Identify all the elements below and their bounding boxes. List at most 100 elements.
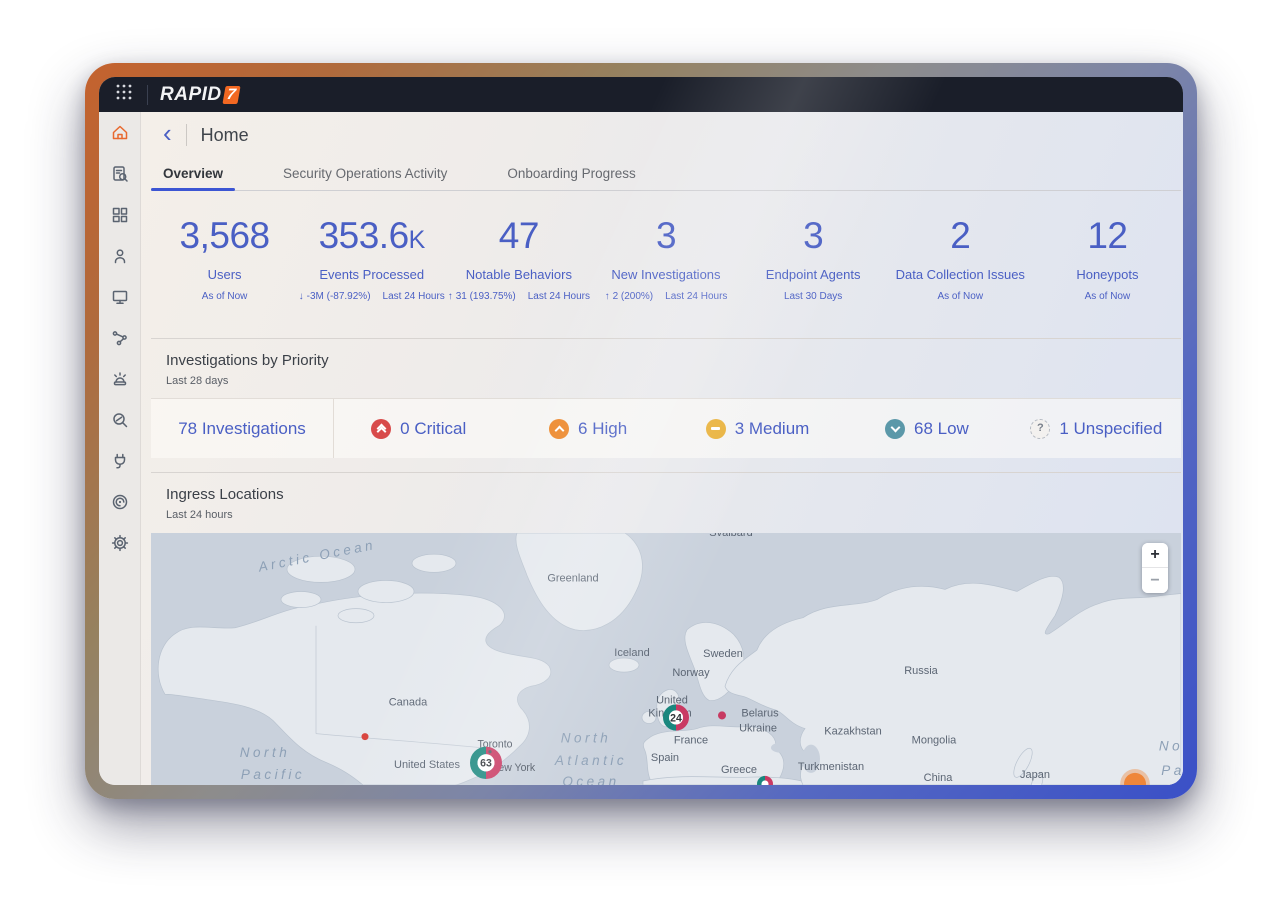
stat-events-processed[interactable]: 353.6K Events Processed ↓-3M (-87.92%)Last… <box>298 215 445 302</box>
stat-value: 47 <box>445 215 592 257</box>
trend-up-icon: ↑ <box>448 291 453 302</box>
sidebar-item-network[interactable] <box>109 329 131 351</box>
priority-item-critical[interactable]: 0 Critical <box>334 399 503 458</box>
stat-label: Events Processed <box>298 267 445 282</box>
ingress-panel-title: Ingress Locations <box>166 486 1166 503</box>
stat-period: As of Now <box>887 291 1034 302</box>
navbar-divider <box>147 85 148 105</box>
map-marker-united-kingdom[interactable]: 24 <box>666 707 686 727</box>
stat-notable-behaviors[interactable]: 47 Notable Behaviors ↑31 (193.75%)Last 24 … <box>445 215 592 302</box>
page-header: ‹ Home <box>151 112 1181 158</box>
logo-text: RAPID <box>160 84 222 106</box>
app-window-frame: RAPID 7 <box>85 63 1197 799</box>
medium-severity-icon <box>706 419 726 439</box>
stat-period: Last 30 Days <box>740 291 887 302</box>
ingress-map[interactable]: Arctic OceanNorthPacificNorthAtlanticOce… <box>151 533 1181 785</box>
stat-new-investigations[interactable]: 3New Investigations↑2 (200%)Last 24 Hour… <box>592 215 739 302</box>
trend-down-icon: ↓ <box>299 291 304 302</box>
unspecified-severity-icon: ? <box>1030 419 1050 439</box>
stat-label: Users <box>151 267 298 282</box>
stat-endpoint-agents[interactable]: 3 Endpoint Agents Last 30 Days <box>740 215 887 302</box>
ingress-panel-subtitle: Last 24 hours <box>166 509 1166 521</box>
desktop-background: RAPID 7 <box>0 0 1280 907</box>
stat-label: Honeypots <box>1034 267 1181 282</box>
stat-label: Endpoint Agents <box>740 267 887 282</box>
stat-value: 12 <box>1034 215 1181 257</box>
map-marker-poland[interactable] <box>718 711 726 719</box>
map-label-belarus: Belarus <box>741 707 779 719</box>
stat-value: 3,568 <box>151 215 298 257</box>
map-label-iceland: Iceland <box>614 647 649 659</box>
investigations-by-priority-panel: Investigations by Priority Last 28 days … <box>151 338 1181 458</box>
app-launcher-button[interactable] <box>111 82 137 108</box>
sidebar-item-alerts[interactable] <box>109 370 131 392</box>
map-marker-toronto[interactable] <box>488 750 491 753</box>
stat-value: 3 <box>740 215 887 257</box>
home-icon <box>110 123 130 148</box>
sidebar-item-detections[interactable] <box>109 493 131 515</box>
sidebar-item-home[interactable] <box>109 124 131 146</box>
priority-item-low[interactable]: 68 Low <box>842 399 1011 458</box>
stat-period: ↓-3M (-87.92%)Last 24 Hours <box>298 291 445 302</box>
map-label-atlantic: Atlantic <box>554 753 627 768</box>
logo-accent-seven: 7 <box>222 86 241 104</box>
back-button[interactable]: ‹ <box>163 123 174 147</box>
priority-item-medium[interactable]: 3 Medium <box>673 399 842 458</box>
map-label-north: North <box>240 745 291 760</box>
map-marker-vancouver[interactable] <box>362 733 369 740</box>
priority-panel-title: Investigations by Priority <box>166 352 1166 369</box>
stat-period: ↑31 (193.75%)Last 24 Hours <box>445 291 592 302</box>
critical-severity-icon <box>371 419 391 439</box>
map-label-north: North <box>561 731 612 746</box>
sidebar-item-log-search[interactable] <box>109 165 131 187</box>
app-window: RAPID 7 <box>99 77 1183 785</box>
alarm-icon <box>110 369 130 394</box>
rapid7-logo[interactable]: RAPID 7 <box>160 84 239 106</box>
priority-item-high[interactable]: 6 High <box>503 399 672 458</box>
sidebar-item-integrations[interactable] <box>109 452 131 474</box>
map-label-china: China <box>924 772 954 784</box>
map-label-kazakhstan: Kazakhstan <box>824 726 881 738</box>
stat-honeypots[interactable]: 12 Honeypots As of Now <box>1034 215 1181 302</box>
priority-item-label: 0 Critical <box>400 419 466 439</box>
sidebar-item-settings[interactable] <box>109 534 131 556</box>
dashboards-icon <box>110 205 130 230</box>
app-grid-icon <box>115 83 133 106</box>
sidebar-item-investigations[interactable] <box>109 411 131 433</box>
stat-users[interactable]: 3,568UsersAs of Now <box>151 215 298 302</box>
map-label-spain: Spain <box>651 752 679 764</box>
priority-item-label: 6 High <box>578 419 627 439</box>
map-label-pacific: Pacific <box>241 767 305 782</box>
map-marker-new-york[interactable]: 63 <box>474 750 499 775</box>
priority-item-label: 68 Low <box>914 419 969 439</box>
stat-label: Notable Behaviors <box>445 267 592 282</box>
sidebar-item-dashboards[interactable] <box>109 206 131 228</box>
zoom-out-button[interactable]: − <box>1142 568 1168 593</box>
header-divider <box>186 124 187 146</box>
map-label-japan: Japan <box>1020 769 1050 781</box>
network-icon <box>110 328 130 353</box>
zoom-in-button[interactable]: + <box>1142 543 1168 568</box>
plug-icon <box>110 451 130 476</box>
tab-onboarding-progress[interactable]: Onboarding Progress <box>495 158 647 190</box>
map-label-france: France <box>674 735 708 747</box>
map-marker-turkey[interactable] <box>759 778 771 785</box>
total-investigations-link[interactable]: 78 Investigations <box>151 399 334 458</box>
map-label-ocean: Ocean <box>562 774 619 785</box>
map-label-russia: Russia <box>904 665 938 677</box>
map-label-united: United <box>656 694 688 706</box>
map-label-no: No <box>1159 739 1181 754</box>
priority-item-unspecified[interactable]: ?1 Unspecified <box>1012 399 1181 458</box>
sidebar-item-endpoints[interactable] <box>109 288 131 310</box>
stat-value: 2 <box>887 215 1034 257</box>
map-label-united-states: United States <box>394 759 460 771</box>
log-search-icon <box>110 164 130 189</box>
map-label-turkmenistan: Turkmenistan <box>798 761 864 773</box>
sidebar-item-users[interactable] <box>109 247 131 269</box>
stat-data-collection-issues[interactable]: 2Data Collection IssuesAs of Now <box>887 215 1034 302</box>
stat-value: 353.6K <box>298 215 445 257</box>
stat-period: As of Now <box>1034 291 1181 302</box>
map-zoom-control: + − <box>1142 543 1168 593</box>
tab-security-operations-activity[interactable]: Security Operations Activity <box>271 158 459 190</box>
tab-overview[interactable]: Overview <box>151 158 235 190</box>
